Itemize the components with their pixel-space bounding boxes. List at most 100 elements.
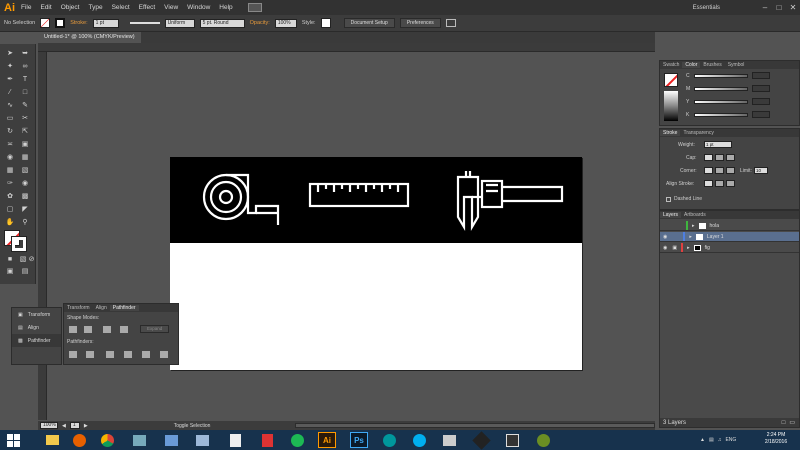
- corner-round-icon[interactable]: [715, 167, 724, 174]
- artboard[interactable]: [170, 157, 582, 370]
- menu-type[interactable]: Type: [88, 4, 102, 11]
- trim-icon[interactable]: [86, 351, 94, 358]
- shape-builder-tool-icon[interactable]: ◉: [4, 152, 16, 162]
- dock-item-align[interactable]: ▤ Align: [12, 321, 61, 334]
- drawing-app-icon[interactable]: [440, 432, 458, 448]
- menu-window[interactable]: Window: [187, 4, 210, 11]
- skype-icon[interactable]: [410, 432, 428, 448]
- tab-swatches[interactable]: Swatch: [660, 62, 682, 68]
- merge-icon[interactable]: [106, 351, 114, 358]
- expand-arrow-icon[interactable]: ▸: [689, 234, 692, 240]
- firefox-icon[interactable]: [70, 432, 88, 448]
- tab-transform[interactable]: Transform: [64, 305, 93, 311]
- column-graph-tool-icon[interactable]: ▩: [19, 191, 31, 201]
- volume-icon[interactable]: ♫: [718, 437, 722, 443]
- divide-icon[interactable]: [69, 351, 77, 358]
- visibility-eye-icon[interactable]: ◉: [663, 245, 667, 251]
- rotate-tool-icon[interactable]: ↻: [4, 126, 16, 136]
- cap-square-icon[interactable]: [726, 154, 735, 161]
- menu-select[interactable]: Select: [112, 4, 130, 11]
- free-transform-tool-icon[interactable]: ▣: [19, 139, 31, 149]
- minus-front-icon[interactable]: [84, 326, 92, 333]
- paintbrush-tool-icon[interactable]: ∿: [4, 100, 16, 110]
- weight-field[interactable]: 1 pt: [704, 141, 732, 148]
- color-spectrum-bar[interactable]: [664, 91, 678, 121]
- scissors-tool-icon[interactable]: ✂: [19, 113, 31, 123]
- inkscape-icon[interactable]: [471, 430, 491, 450]
- screenshot-app-icon[interactable]: [193, 432, 211, 448]
- start-button-icon[interactable]: [3, 432, 23, 448]
- eyedropper-tool-icon[interactable]: ✑: [4, 178, 16, 188]
- perspective-grid-tool-icon[interactable]: ▦: [19, 152, 31, 162]
- none-mode-icon[interactable]: ⊘: [28, 254, 35, 264]
- screen-mode-icon[interactable]: ▤: [19, 266, 31, 276]
- layer-name[interactable]: Layer 1: [707, 234, 724, 240]
- fill-stroke-swatch-icon[interactable]: [4, 230, 28, 252]
- channel-c-field[interactable]: [752, 72, 770, 79]
- menu-edit[interactable]: Edit: [40, 4, 51, 11]
- workspace-label[interactable]: Essentials: [693, 5, 720, 11]
- minimize-icon[interactable]: –: [758, 0, 772, 15]
- crop-icon[interactable]: [124, 351, 132, 358]
- channel-y-field[interactable]: [752, 98, 770, 105]
- stroke-swatch[interactable]: [55, 18, 66, 28]
- visibility-eye-icon[interactable]: ◉: [663, 234, 667, 240]
- scale-tool-icon[interactable]: ⇱: [19, 126, 31, 136]
- minus-back-icon[interactable]: [160, 351, 168, 358]
- channel-m-slider[interactable]: [694, 87, 748, 91]
- images-app-icon[interactable]: [130, 432, 148, 448]
- unite-icon[interactable]: [69, 326, 77, 333]
- hand-tool-icon[interactable]: ✋: [4, 217, 16, 227]
- intersect-icon[interactable]: [103, 326, 111, 333]
- corner-bevel-icon[interactable]: [726, 167, 735, 174]
- pencil-tool-icon[interactable]: ✎: [19, 100, 31, 110]
- stroke-label[interactable]: Stroke:: [70, 20, 87, 26]
- close-icon[interactable]: ✕: [786, 0, 800, 15]
- channel-m-field[interactable]: [752, 85, 770, 92]
- artboard-number-field[interactable]: 1: [69, 422, 80, 429]
- opacity-label[interactable]: Opacity:: [250, 20, 270, 26]
- settings-app-icon[interactable]: [534, 432, 552, 448]
- layer-row[interactable]: ◉ ▣ ▸ fig: [660, 243, 799, 253]
- limit-field[interactable]: 10: [754, 167, 768, 174]
- menu-file[interactable]: File: [21, 4, 31, 11]
- layer-name[interactable]: fig: [705, 245, 710, 251]
- illustrator-taskbar-icon[interactable]: Ai: [318, 432, 336, 448]
- tray-arrow-icon[interactable]: ▲: [700, 437, 705, 443]
- fill-swatch[interactable]: [40, 18, 51, 28]
- line-tool-icon[interactable]: ⁄: [4, 87, 16, 97]
- cap-butt-icon[interactable]: [704, 154, 713, 161]
- maximize-icon[interactable]: □: [772, 0, 786, 15]
- draw-mode-icon[interactable]: ▣: [4, 266, 16, 276]
- menu-view[interactable]: View: [164, 4, 178, 11]
- game-app-icon[interactable]: [503, 432, 521, 448]
- opacity-field[interactable]: 100%: [274, 18, 297, 28]
- mesh-tool-icon[interactable]: ▦: [4, 165, 16, 175]
- photoshop-taskbar-icon[interactable]: Ps: [350, 432, 368, 448]
- exclude-icon[interactable]: [120, 326, 128, 333]
- channel-k-slider[interactable]: [694, 113, 748, 117]
- align-center-icon[interactable]: [704, 180, 713, 187]
- magic-wand-tool-icon[interactable]: ✦: [4, 61, 16, 71]
- align-inside-icon[interactable]: [715, 180, 724, 187]
- style-swatch[interactable]: [320, 18, 331, 28]
- cap-round-icon[interactable]: [715, 154, 724, 161]
- channel-c-slider[interactable]: [694, 74, 748, 78]
- tab-transparency[interactable]: Transparency: [680, 130, 716, 136]
- dock-item-transform[interactable]: ▣ Transform: [12, 308, 61, 321]
- gradient-tool-icon[interactable]: ▧: [19, 165, 31, 175]
- first-artboard-icon[interactable]: ◀: [62, 423, 66, 429]
- arrange-icon[interactable]: [445, 19, 456, 27]
- width-tool-icon[interactable]: ≍: [4, 139, 16, 149]
- expand-arrow-icon[interactable]: ▸: [692, 223, 695, 229]
- expand-arrow-icon[interactable]: ▸: [687, 245, 690, 251]
- selection-tool-icon[interactable]: ➤: [4, 48, 16, 58]
- new-layer-icon[interactable]: □: [782, 420, 786, 426]
- artwork-black-band[interactable]: [170, 157, 582, 243]
- brush-select[interactable]: 5 pt. Round: [199, 18, 245, 28]
- document-app-icon[interactable]: [226, 432, 244, 448]
- tab-artboards[interactable]: Artboards: [681, 212, 709, 218]
- eraser-tool-icon[interactable]: ▭: [4, 113, 16, 123]
- pdf-reader-icon[interactable]: [258, 432, 276, 448]
- next-artboard-icon[interactable]: ▶: [84, 423, 88, 429]
